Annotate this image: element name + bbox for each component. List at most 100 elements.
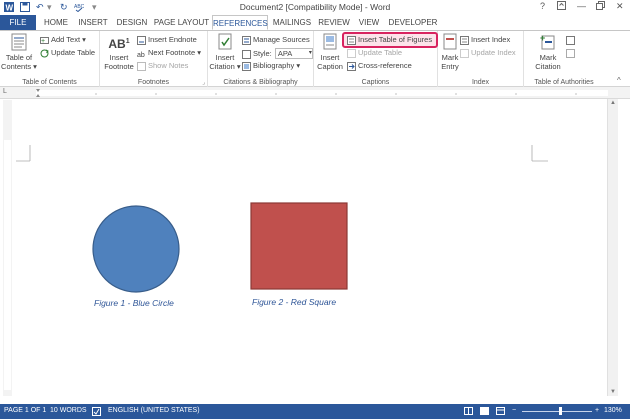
- svg-text:ab: ab: [137, 52, 145, 58]
- style-dropdown[interactable]: APA ▾: [274, 48, 313, 59]
- print-layout-icon[interactable]: [480, 407, 489, 417]
- svg-text:+: +: [540, 33, 545, 43]
- read-mode-icon[interactable]: [464, 407, 473, 417]
- update-index-disabled-icon: [460, 48, 469, 58]
- insert-table-of-figures-button[interactable]: Insert Table of Figures: [347, 35, 432, 45]
- figure-2-caption[interactable]: Figure 2 - Red Square: [252, 297, 336, 307]
- show-notes-icon: [137, 61, 146, 71]
- tab-file[interactable]: FILE: [0, 15, 36, 30]
- group-label-index: Index: [471, 79, 490, 86]
- close-icon[interactable]: ✕: [616, 1, 624, 12]
- insert-caption-label: Insert Caption: [317, 53, 343, 71]
- cross-reference-button[interactable]: Cross-reference: [347, 61, 412, 71]
- update-table-captions-button[interactable]: Update Table: [347, 48, 402, 58]
- tab-review[interactable]: REVIEW: [316, 15, 352, 30]
- add-text-button[interactable]: + Add Text ▾: [40, 35, 86, 45]
- update-index-button[interactable]: Update Index: [460, 48, 516, 58]
- mark-citation-icon: +: [540, 33, 555, 50]
- scroll-up-icon[interactable]: ▲: [610, 100, 616, 106]
- group-table-of-contents: Table of Contents ▾ + Add Text ▾ Update T…: [0, 31, 100, 87]
- document-page[interactable]: Figure 1 - Blue Circle Figure 2 - Red Sq…: [14, 99, 607, 396]
- word-count[interactable]: 10 WORDS: [50, 407, 87, 414]
- insert-citation-button[interactable]: Insert Citation ▾: [209, 33, 241, 71]
- style-selector[interactable]: Style: APA ▾: [242, 48, 313, 59]
- update-table-of-authorities-button[interactable]: [566, 48, 577, 58]
- insert-endnote-button[interactable]: Insert Endnote: [137, 35, 197, 45]
- next-footnote-button[interactable]: ab Next Footnote ▾: [137, 48, 201, 58]
- tab-insert[interactable]: INSERT: [74, 15, 112, 30]
- table-of-contents-icon: [11, 33, 27, 51]
- footnotes-dialog-launcher-icon[interactable]: ⌟: [202, 79, 205, 86]
- update-table-icon: [40, 49, 49, 58]
- show-notes-button[interactable]: Show Notes: [137, 61, 188, 71]
- page-count[interactable]: PAGE 1 OF 1: [4, 407, 46, 414]
- vertical-ruler-track: [4, 140, 11, 390]
- bibliography-button[interactable]: Bibliography ▾: [242, 61, 300, 71]
- bibliography-icon: [242, 61, 251, 71]
- group-label-citations: Citations & Bibliography: [223, 79, 298, 86]
- vertical-scrollbar[interactable]: ▲ ▼: [607, 99, 618, 396]
- tab-developer[interactable]: DEVELOPER: [388, 15, 438, 30]
- proofing-icon[interactable]: [92, 407, 101, 418]
- insert-footnote-label: Insert Footnote: [104, 53, 134, 71]
- collapse-ribbon-icon[interactable]: ^: [617, 76, 621, 85]
- scroll-down-icon[interactable]: ▼: [610, 389, 616, 395]
- next-footnote-icon: ab: [137, 52, 145, 58]
- table-of-contents-button[interactable]: Table of Contents ▾: [1, 33, 37, 71]
- group-label-footnotes: Footnotes: [137, 79, 170, 86]
- window-title: Document2 [Compatibility Mode] - Word: [239, 2, 391, 12]
- table-of-contents-label: Table of Contents: [1, 53, 33, 71]
- zoom-level[interactable]: 130%: [604, 407, 622, 414]
- insert-footnote-button[interactable]: AB1 Insert Footnote: [103, 33, 135, 71]
- tab-home[interactable]: HOME: [40, 15, 72, 30]
- web-layout-icon[interactable]: [496, 407, 505, 417]
- tab-references[interactable]: REFERENCES: [212, 15, 268, 30]
- blue-circle-shape[interactable]: [90, 204, 182, 296]
- mark-citation-button[interactable]: + Mark Citation: [528, 33, 568, 71]
- group-captions: Insert Caption Insert Table of Figures U…: [314, 31, 438, 87]
- insert-citation-label: Insert Citation: [209, 53, 235, 71]
- insert-index-button[interactable]: Insert Index: [460, 35, 510, 45]
- group-label-table-of-contents: Table of Contents: [22, 79, 77, 86]
- tab-mailings[interactable]: MAILINGS: [271, 15, 313, 30]
- manage-sources-button[interactable]: Manage Sources: [242, 35, 310, 45]
- zoom-slider-thumb[interactable]: [558, 407, 562, 415]
- tab-view[interactable]: VIEW: [356, 15, 382, 30]
- tab-page-layout[interactable]: PAGE LAYOUT: [153, 15, 210, 30]
- tab-selector-icon[interactable]: L: [3, 88, 7, 95]
- group-citations: Insert Citation ▾ Manage Sources Style: …: [208, 31, 314, 87]
- ribbon-display-icon[interactable]: [557, 1, 566, 12]
- ruler-ticks: [36, 89, 577, 97]
- horizontal-ruler[interactable]: L: [0, 87, 630, 99]
- mark-entry-button[interactable]: Mark Entry: [438, 33, 462, 71]
- insert-citation-icon: [218, 33, 232, 50]
- group-index: Mark Entry Insert Index Update Index Ind…: [438, 31, 524, 87]
- minimize-icon[interactable]: —: [577, 1, 586, 11]
- manage-sources-icon: [242, 35, 251, 45]
- endnote-icon: [137, 35, 146, 45]
- tab-design[interactable]: DESIGN: [114, 15, 150, 30]
- svg-text:+: +: [41, 38, 45, 45]
- cross-reference-icon: [347, 61, 356, 71]
- insert-caption-button[interactable]: Insert Caption: [315, 33, 345, 71]
- zoom-in-icon[interactable]: +: [595, 407, 599, 414]
- ribbon: Table of Contents ▾ + Add Text ▾ Update T…: [0, 30, 630, 87]
- update-table-toc-button[interactable]: Update Table: [40, 48, 95, 58]
- table-of-figures-icon: [347, 35, 356, 45]
- zoom-slider[interactable]: [522, 411, 592, 412]
- mark-entry-label: Mark Entry: [441, 53, 459, 71]
- status-bar: PAGE 1 OF 1 10 WORDS ENGLISH (UNITED STA…: [0, 404, 630, 419]
- mark-entry-icon: [443, 33, 457, 50]
- language-indicator[interactable]: ENGLISH (UNITED STATES): [108, 407, 200, 414]
- style-icon: [242, 49, 251, 59]
- red-square-shape[interactable]: [250, 202, 348, 290]
- insert-table-of-authorities-button[interactable]: [566, 35, 577, 45]
- vertical-ruler[interactable]: [3, 100, 12, 396]
- figure-1-caption[interactable]: Figure 1 - Blue Circle: [94, 298, 174, 308]
- ribbon-tabs: FILE HOME INSERT DESIGN PAGE LAYOUT REFE…: [0, 15, 630, 30]
- insert-caption-icon: [323, 33, 337, 50]
- restore-icon[interactable]: [596, 1, 605, 12]
- group-table-of-authorities: + Mark Citation Table of Authorities: [524, 31, 604, 87]
- zoom-out-icon[interactable]: −: [512, 407, 516, 414]
- help-icon[interactable]: ?: [540, 1, 545, 11]
